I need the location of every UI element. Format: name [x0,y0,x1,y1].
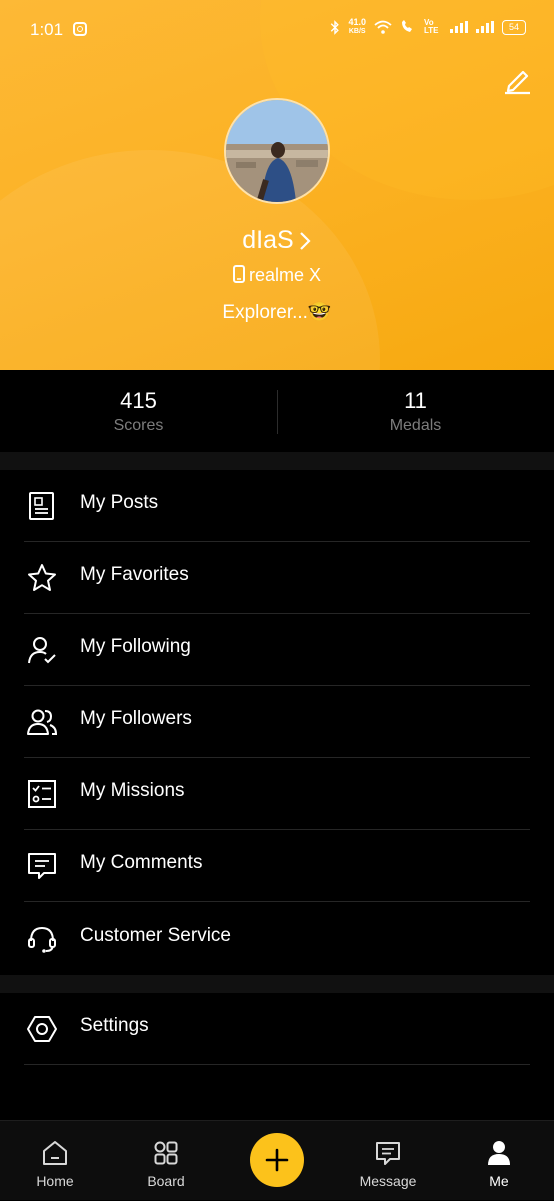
star-icon [28,564,56,591]
bluetooth-icon [331,19,340,35]
edit-profile-icon[interactable] [500,62,534,96]
menu-label: Settings [80,1015,149,1036]
menu-item-my-comments[interactable]: My Comments [0,830,554,902]
create-post-button[interactable] [250,1133,304,1187]
battery-icon: 54 [502,19,526,35]
person-icon [488,1141,510,1165]
menu-item-my-posts[interactable]: My Posts [0,470,554,542]
profile-header: 1:01 41.0 KB/S Vo LTE 54 dIaS realme X E… [0,0,554,370]
message-icon [376,1142,400,1165]
status-icons: 41.0 KB/S Vo LTE 54 [330,18,526,36]
menu-item-my-following[interactable]: My Following [0,614,554,686]
signal-icon [450,21,468,33]
tab-me[interactable]: Me [454,1121,544,1201]
menu-label: Customer Service [80,925,231,946]
menu-item-my-favorites[interactable]: My Favorites [0,542,554,614]
menu-label: My Favorites [80,564,189,585]
plus-icon [265,1148,289,1172]
menu-label: My Posts [80,492,159,513]
scores-value: 415 [120,388,157,413]
medals-stat[interactable]: 11 Medals [277,388,554,435]
divider [24,901,530,902]
wifi-icon [374,20,392,34]
tab-message[interactable]: Message [343,1121,433,1201]
menu-label: My Followers [80,708,192,729]
header-decoration [0,150,380,370]
tab-home[interactable]: Home [10,1121,100,1201]
medals-label: Medals [389,417,442,434]
phone-icon [232,265,245,283]
device-info: realme X [0,265,554,286]
tab-label: Board [147,1173,185,1189]
section-divider [0,975,554,993]
medals-value: 11 [404,388,427,413]
checklist-icon [28,780,56,808]
hexagon-settings-icon [27,1016,57,1042]
divider [24,1064,530,1065]
menu-item-my-followers[interactable]: My Followers [0,686,554,758]
document-icon [29,492,54,520]
status-time: 1:01 [30,20,64,39]
username-link[interactable]: dIaS [0,226,554,255]
menu-item-customer-service[interactable]: Customer Service [0,903,554,975]
stats-bar: 415 Scores 11 Medals [0,370,554,452]
menu-label: My Following [80,636,191,657]
comment-icon [28,853,56,879]
status-bar: 1:01 41.0 KB/S Vo LTE 54 [0,0,554,60]
tab-label: Me [489,1173,509,1189]
menu-item-my-missions[interactable]: My Missions [0,758,554,830]
section-divider [0,452,554,470]
volte-label: Vo LTE [424,18,439,35]
tab-label: Message [359,1173,417,1189]
instagram-icon [73,22,87,36]
chevron-right-icon [299,232,311,251]
headset-icon [28,926,56,953]
menu-item-settings[interactable]: Settings [0,993,554,1065]
user-check-icon [28,637,56,664]
grid-icon [154,1141,178,1165]
network-speed: 41.0 KB/S [348,17,366,36]
device-name: realme X [248,265,322,285]
scores-label: Scores [113,417,164,434]
wifi-call-icon [402,20,412,32]
tab-label: Home [36,1173,74,1189]
scores-stat[interactable]: 415 Scores [0,388,277,435]
menu-label: My Comments [80,852,203,873]
avatar[interactable] [224,98,330,204]
signal-icon [476,21,494,33]
users-icon [27,709,58,735]
menu-label: My Missions [80,780,185,801]
home-icon [43,1141,67,1165]
avatar-photo [226,100,328,202]
tab-board[interactable]: Board [121,1121,211,1201]
username: dIaS [242,226,294,254]
profile-bio: Explorer...🤓 [222,302,332,323]
